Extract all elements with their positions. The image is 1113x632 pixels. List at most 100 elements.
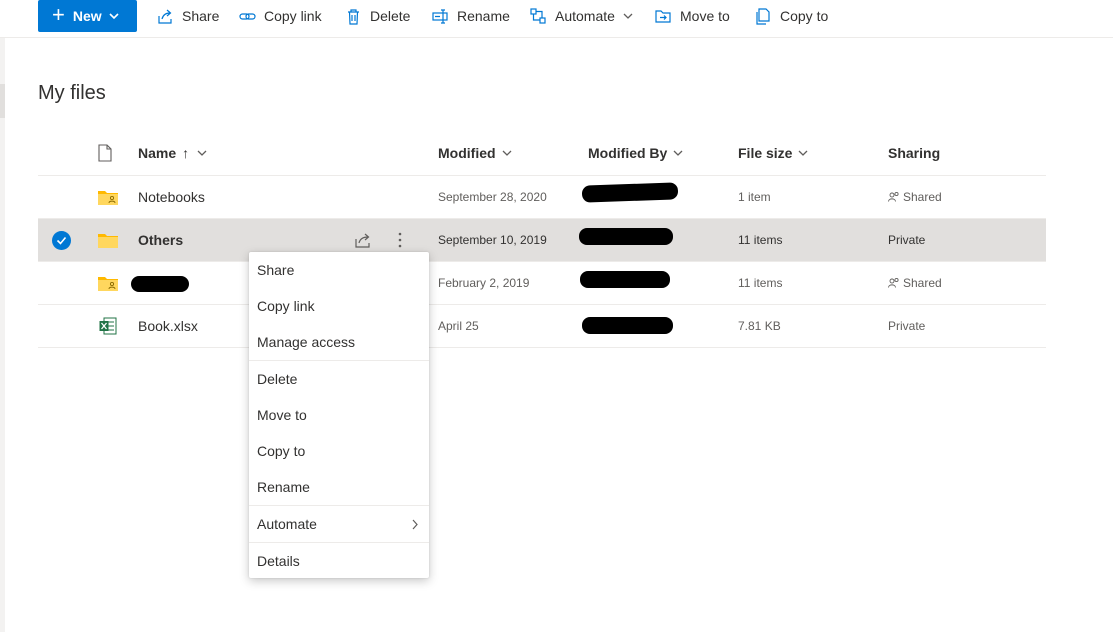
copy-to-button[interactable]: Copy to [755, 0, 828, 32]
menu-item-label: Rename [257, 479, 310, 495]
modified-date: September 10, 2019 [438, 233, 547, 247]
menu-item-label: Copy to [257, 443, 306, 459]
menu-item-label: Share [257, 262, 295, 278]
command-bar: + New Share Copy link Delete Rename Auto… [0, 0, 1113, 38]
table-row[interactable]: Notebooks September 28, 2020 1 item Shar… [38, 176, 1046, 219]
automate-icon [530, 7, 546, 24]
column-header-name-label: Name [138, 145, 177, 161]
menu-item-delete[interactable]: Delete [249, 362, 429, 396]
chevron-down-icon [197, 150, 207, 156]
file-size: 11 items [738, 276, 783, 290]
column-header-file-size[interactable]: File size [738, 143, 808, 163]
menu-item-move-to[interactable]: Move to [249, 398, 429, 432]
menu-item-rename[interactable]: Rename [249, 470, 429, 504]
shared-folder-icon [98, 277, 118, 291]
chevron-down-icon [502, 150, 512, 156]
menu-item-manage-access[interactable]: Manage access [249, 325, 429, 359]
copy-link-button[interactable]: Copy link [239, 0, 322, 32]
redacted-modified-by [582, 317, 673, 334]
automate-button[interactable]: Automate [530, 0, 633, 32]
menu-item-automate[interactable]: Automate [249, 507, 429, 541]
new-button[interactable]: + New [38, 0, 137, 32]
row-checkbox-checked[interactable] [52, 231, 71, 250]
chevron-down-icon [109, 13, 119, 20]
column-header-modified[interactable]: Modified [438, 143, 512, 163]
link-icon [239, 12, 256, 20]
move-to-button[interactable]: Move to [655, 0, 730, 32]
column-header-name[interactable]: Name ↑ [138, 143, 207, 163]
sort-ascending-icon: ↑ [182, 145, 190, 161]
sharing-status: Shared [888, 276, 942, 290]
chevron-down-icon [799, 150, 808, 156]
checkmark-icon [56, 236, 67, 245]
chevron-right-icon [412, 519, 418, 530]
page-title: My files [38, 82, 106, 104]
people-icon [888, 191, 899, 202]
trash-icon [348, 8, 359, 25]
file-size: 11 items [738, 233, 783, 247]
column-header-modified-by-label: Modified By [588, 145, 668, 161]
chevron-down-icon [623, 13, 633, 19]
file-name[interactable]: Notebooks [138, 189, 205, 205]
column-header-modified-by[interactable]: Modified By [588, 143, 683, 163]
chevron-down-icon [673, 150, 683, 156]
menu-item-share[interactable]: Share [249, 253, 429, 287]
menu-item-label: Manage access [257, 334, 356, 350]
column-header-sharing[interactable]: Sharing [888, 143, 940, 163]
menu-item-label: Copy link [257, 298, 315, 314]
excel-file-icon [99, 317, 117, 335]
delete-button[interactable]: Delete [345, 0, 410, 32]
sharing-status-label: Shared [903, 276, 942, 290]
redacted-file-name [131, 276, 189, 292]
modified-date: September 28, 2020 [438, 190, 547, 204]
column-header-file-size-label: File size [738, 145, 793, 161]
new-button-label: New [72, 8, 102, 24]
file-name[interactable]: Others [138, 232, 183, 248]
menu-item-label: Delete [257, 371, 298, 387]
copy-link-button-label: Copy link [264, 8, 322, 24]
modified-date: April 25 [438, 319, 479, 333]
menu-divider [249, 505, 429, 506]
shared-folder-icon [98, 191, 118, 205]
redacted-modified-by [581, 182, 679, 203]
rename-icon [432, 8, 448, 24]
plus-icon: + [52, 2, 65, 27]
menu-item-label: Move to [257, 407, 307, 423]
automate-button-label: Automate [555, 8, 615, 24]
left-nav-strip [0, 38, 5, 632]
copy-to-button-label: Copy to [780, 8, 829, 24]
table-row[interactable]: Book.xlsx April 25 7.81 KB Private [38, 305, 1046, 348]
menu-item-copy-to[interactable]: Copy to [249, 434, 429, 468]
redacted-modified-by [579, 228, 673, 245]
sharing-status-label: Shared [903, 190, 942, 204]
share-icon[interactable] [354, 231, 372, 249]
left-nav-scroll-indicator [0, 84, 5, 118]
people-icon [888, 277, 899, 288]
more-options-icon[interactable] [394, 231, 406, 249]
menu-item-label: Details [257, 553, 300, 569]
copy-to-icon [756, 7, 770, 25]
redacted-modified-by [580, 271, 670, 288]
table-row[interactable]: February 2, 2019 11 items Shared [38, 262, 1046, 305]
context-menu: Share Copy link Manage access Delete Mov… [249, 252, 429, 578]
sharing-status: Private [888, 319, 926, 333]
file-size: 7.81 KB [738, 319, 781, 333]
menu-divider [249, 542, 429, 543]
rename-button[interactable]: Rename [432, 0, 510, 32]
sharing-status: Private [888, 233, 926, 247]
move-to-button-label: Move to [680, 8, 730, 24]
menu-item-copy-link[interactable]: Copy link [249, 289, 429, 323]
table-row-selected[interactable]: Others September 10, 2019 11 items Priva… [38, 219, 1046, 262]
menu-divider [249, 360, 429, 361]
delete-button-label: Delete [370, 8, 411, 24]
share-icon [158, 9, 172, 24]
menu-item-details[interactable]: Details [249, 544, 429, 578]
modified-date: February 2, 2019 [438, 276, 530, 290]
rename-button-label: Rename [457, 8, 510, 24]
file-type-header-icon[interactable] [97, 144, 113, 162]
share-button[interactable]: Share [157, 0, 219, 32]
file-name[interactable]: Book.xlsx [138, 318, 198, 334]
folder-icon [98, 234, 118, 248]
menu-item-label: Automate [257, 516, 317, 532]
file-size: 1 item [738, 190, 771, 204]
